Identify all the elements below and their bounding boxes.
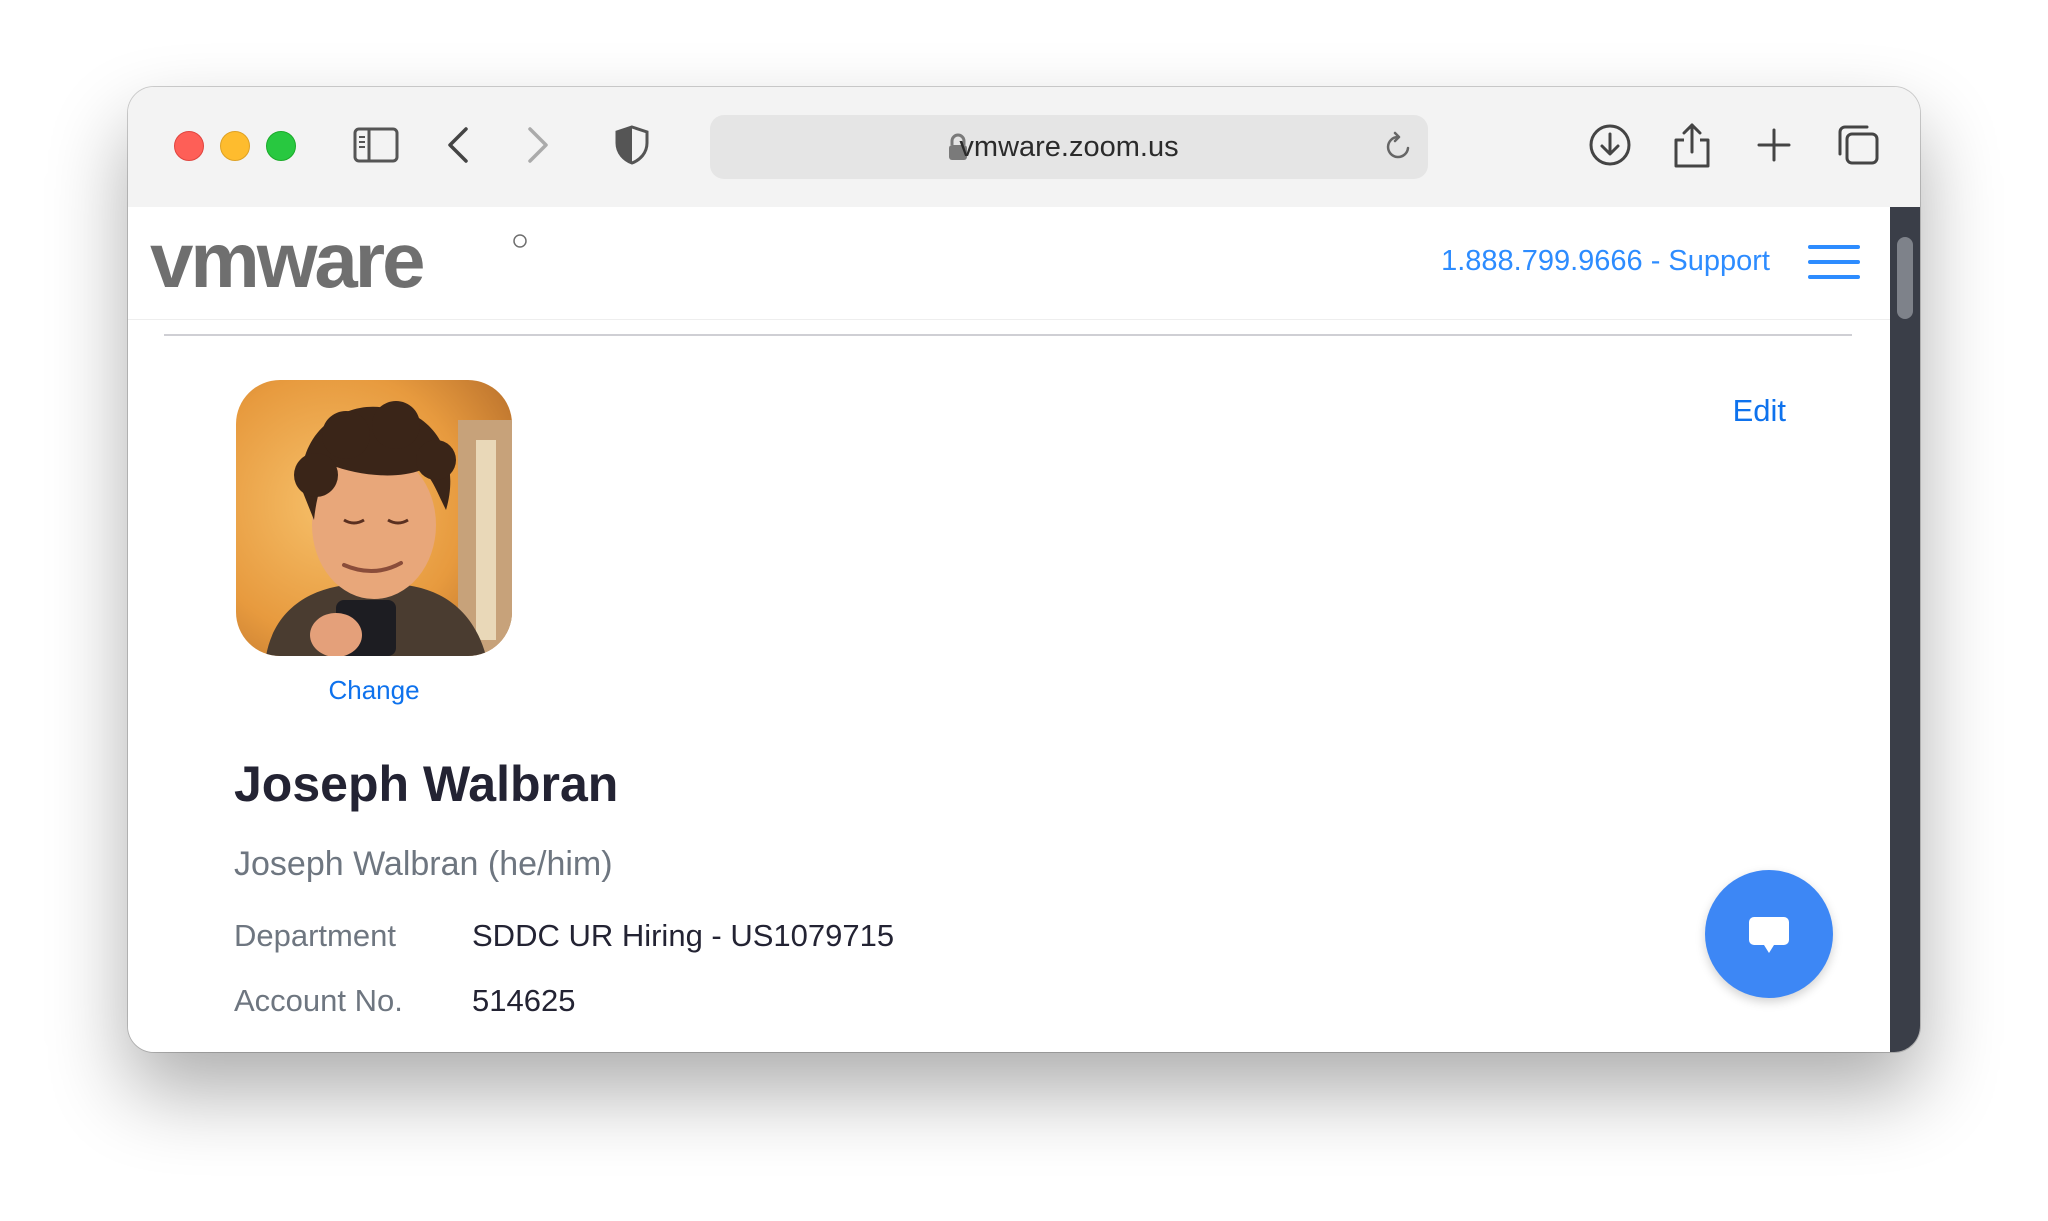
display-name: Joseph Walbran (he/him)	[234, 845, 613, 883]
support-phone-link[interactable]: 1.888.799.9666 - Support	[1441, 245, 1770, 278]
site-header: vmware 1.888.799.9666 - Support	[128, 207, 1890, 320]
department-value: SDDC UR Hiring - US1079715	[472, 918, 895, 953]
url-text: vmware.zoom.us	[959, 131, 1179, 163]
new-tab-icon[interactable]	[1744, 115, 1804, 175]
browser-window: vmware.zoom.us vmware 1.888.799.9666 - S…	[128, 87, 1920, 1052]
browser-toolbar: vmware.zoom.us	[128, 87, 1920, 208]
scrollbar[interactable]	[1890, 207, 1920, 1052]
profile-name: Joseph Walbran	[234, 756, 619, 812]
close-window-button[interactable]	[174, 131, 204, 161]
scrollbar-thumb[interactable]	[1897, 237, 1913, 319]
share-icon[interactable]	[1662, 115, 1722, 175]
svg-text:vmware: vmware	[150, 229, 423, 297]
edit-profile-link[interactable]: Edit	[1733, 393, 1786, 429]
page-content: vmware 1.888.799.9666 - Support Change E…	[128, 207, 1890, 1052]
menu-icon[interactable]	[1808, 245, 1860, 281]
address-bar[interactable]: vmware.zoom.us	[710, 115, 1428, 179]
forward-icon[interactable]	[508, 115, 568, 175]
privacy-shield-icon[interactable]	[602, 115, 662, 175]
avatar	[236, 380, 512, 656]
change-photo-link[interactable]: Change	[326, 675, 422, 706]
department-label: Department	[234, 918, 396, 953]
account-number-label: Account No.	[234, 983, 403, 1018]
zoom-window-button[interactable]	[266, 131, 296, 161]
chat-bubble-icon	[1749, 917, 1789, 953]
account-number-value: 514625	[472, 983, 576, 1018]
header-divider	[164, 334, 1852, 336]
sidebar-icon[interactable]	[346, 115, 406, 175]
download-icon[interactable]	[1580, 115, 1640, 175]
minimize-window-button[interactable]	[220, 131, 250, 161]
back-icon[interactable]	[428, 115, 488, 175]
tab-overview-icon[interactable]	[1828, 115, 1888, 175]
vmware-logo[interactable]: vmware	[150, 216, 530, 304]
reload-icon[interactable]	[1382, 131, 1414, 167]
chat-button[interactable]	[1705, 870, 1833, 998]
